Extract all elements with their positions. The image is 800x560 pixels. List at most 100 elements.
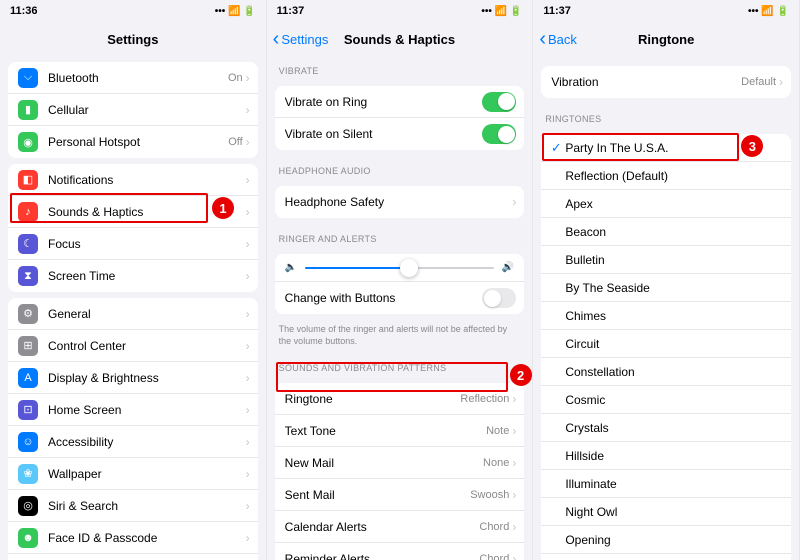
ringtone-row[interactable]: Chimes — [541, 302, 791, 330]
settings-row[interactable]: Reminder AlertsChord› — [275, 543, 525, 560]
ringtone-row[interactable]: Illuminate — [541, 470, 791, 498]
settings-row[interactable]: Headphone Safety› — [275, 186, 525, 218]
ringtone-row[interactable]: Apex — [541, 190, 791, 218]
settings-row[interactable]: ☺Accessibility› — [8, 426, 258, 458]
settings-row[interactable]: RingtoneReflection› — [275, 383, 525, 415]
check-icon: ✓ — [547, 140, 565, 156]
settings-row[interactable]: SEmergency SOS› — [8, 554, 258, 560]
chevron-icon: › — [246, 135, 250, 149]
status-time: 11:37 — [543, 5, 571, 17]
settings-row[interactable]: ◎Siri & Search› — [8, 490, 258, 522]
chevron-icon: › — [246, 205, 250, 219]
row-label: Ringtone — [285, 392, 461, 406]
ringtone-row[interactable]: Night Owl — [541, 498, 791, 526]
chevron-icon: › — [246, 237, 250, 251]
ringtone-row[interactable]: Beacon — [541, 218, 791, 246]
header-ringer: RINGER AND ALERTS — [267, 224, 533, 248]
ringtone-row[interactable]: By The Seaside — [541, 274, 791, 302]
phone-ringtone: 11:37 ••• 📶 🔋 Back Ringtone Vibration De… — [533, 0, 800, 560]
settings-row[interactable]: ⊡Home Screen› — [8, 394, 258, 426]
chevron-icon: › — [512, 392, 516, 406]
ringtone-row[interactable]: Circuit — [541, 330, 791, 358]
row-label: Vibrate on Silent — [285, 127, 483, 141]
ringtone-label: Beacon — [565, 225, 781, 239]
row-value: On — [228, 72, 243, 84]
group-sounds: RingtoneReflection›Text ToneNote›New Mai… — [275, 383, 525, 560]
focus-icon: ☾ — [18, 234, 38, 254]
nav-title: Ringtone — [638, 32, 694, 47]
ringtone-label: Constellation — [565, 365, 781, 379]
settings-row[interactable]: ◧Notifications› — [8, 164, 258, 196]
chevron-icon: › — [246, 173, 250, 187]
ringtone-row[interactable]: Opening — [541, 526, 791, 554]
accessibility-icon: ☺ — [18, 432, 38, 452]
row-value: Swoosh — [470, 489, 509, 501]
display-icon: A — [18, 368, 38, 388]
controlcenter-icon: ⊞ — [18, 336, 38, 356]
status-bar: 11:37 ••• 📶 🔋 — [533, 0, 799, 22]
group-vibration: Vibration Default › — [541, 66, 791, 98]
ringtone-label: Circuit — [565, 337, 781, 351]
volume-slider[interactable] — [305, 267, 494, 269]
row-value: Off — [228, 136, 242, 148]
settings-row[interactable]: ADisplay & Brightness› — [8, 362, 258, 394]
settings-row[interactable]: ⊞Control Center› — [8, 330, 258, 362]
vibration-row[interactable]: Vibration Default › — [541, 66, 791, 98]
slider-thumb[interactable] — [400, 259, 418, 277]
group-ringer: 🔈 🔊 Change with Buttons — [275, 254, 525, 314]
settings-row[interactable]: Calendar AlertsChord› — [275, 511, 525, 543]
ringtone-row[interactable]: Hillside — [541, 442, 791, 470]
ringtone-label: Bulletin — [565, 253, 781, 267]
toggle-row[interactable]: Vibrate on Silent — [275, 118, 525, 150]
settings-row[interactable]: ▮Cellular› — [8, 94, 258, 126]
settings-row[interactable]: ⚙General› — [8, 298, 258, 330]
ringtone-row[interactable]: Constellation — [541, 358, 791, 386]
chevron-icon: › — [246, 467, 250, 481]
ringtone-row[interactable]: Crystals — [541, 414, 791, 442]
volume-slider-row[interactable]: 🔈 🔊 — [275, 254, 525, 282]
row-label: Accessibility — [48, 435, 246, 449]
toggle[interactable] — [482, 124, 516, 144]
settings-row[interactable]: ☾Focus› — [8, 228, 258, 260]
toggle[interactable] — [482, 288, 516, 308]
toggle[interactable] — [482, 92, 516, 112]
settings-row[interactable]: Sent MailSwoosh› — [275, 479, 525, 511]
ringtone-label: Night Owl — [565, 505, 781, 519]
status-bar: 11:36 ••• 📶 🔋 — [0, 0, 266, 22]
settings-content[interactable]: ⌵BluetoothOn›▮Cellular›◉Personal Hotspot… — [0, 56, 266, 560]
status-icons: ••• 📶 🔋 — [748, 6, 789, 17]
group-notifications: ◧Notifications›♪Sounds & Haptics›☾Focus›… — [8, 164, 258, 292]
ringtone-row[interactable]: Playtime — [541, 554, 791, 560]
ringtone-content[interactable]: Vibration Default › RINGTONES ✓Party In … — [533, 56, 799, 560]
nav-title: Settings — [107, 32, 158, 47]
ringtone-row[interactable]: Cosmic — [541, 386, 791, 414]
settings-row[interactable]: ⌵BluetoothOn› — [8, 62, 258, 94]
row-label: Bluetooth — [48, 71, 228, 85]
settings-row[interactable]: ⧗Screen Time› — [8, 260, 258, 292]
change-with-buttons-row[interactable]: Change with Buttons — [275, 282, 525, 314]
toggle-row[interactable]: Vibrate on Ring — [275, 86, 525, 118]
row-label: Personal Hotspot — [48, 135, 228, 149]
sounds-content[interactable]: VIBRATE Vibrate on RingVibrate on Silent… — [267, 56, 533, 560]
settings-row[interactable]: New MailNone› — [275, 447, 525, 479]
ringtone-label: Reflection (Default) — [565, 169, 781, 183]
row-label: Display & Brightness — [48, 371, 246, 385]
settings-row[interactable]: ❀Wallpaper› — [8, 458, 258, 490]
ringtone-row[interactable]: Reflection (Default) — [541, 162, 791, 190]
header-headphone: HEADPHONE AUDIO — [267, 156, 533, 180]
status-time: 11:37 — [277, 5, 305, 17]
settings-row[interactable]: ◉Personal HotspotOff› — [8, 126, 258, 158]
row-label: Vibrate on Ring — [285, 95, 483, 109]
ringtone-row[interactable]: Bulletin — [541, 246, 791, 274]
ringtone-label: Apex — [565, 197, 781, 211]
row-label: Headphone Safety — [285, 195, 513, 209]
status-bar: 11:37 ••• 📶 🔋 — [267, 0, 533, 22]
settings-row[interactable]: ☻Face ID & Passcode› — [8, 522, 258, 554]
settings-row[interactable]: Text ToneNote› — [275, 415, 525, 447]
header-sounds: SOUNDS AND VIBRATION PATTERNS — [267, 353, 533, 377]
chevron-icon: › — [512, 195, 516, 209]
row-value: Chord — [479, 521, 509, 533]
nav-back[interactable]: Back — [539, 32, 577, 47]
nav-back[interactable]: Settings — [273, 32, 329, 47]
row-label: Reminder Alerts — [285, 552, 480, 560]
